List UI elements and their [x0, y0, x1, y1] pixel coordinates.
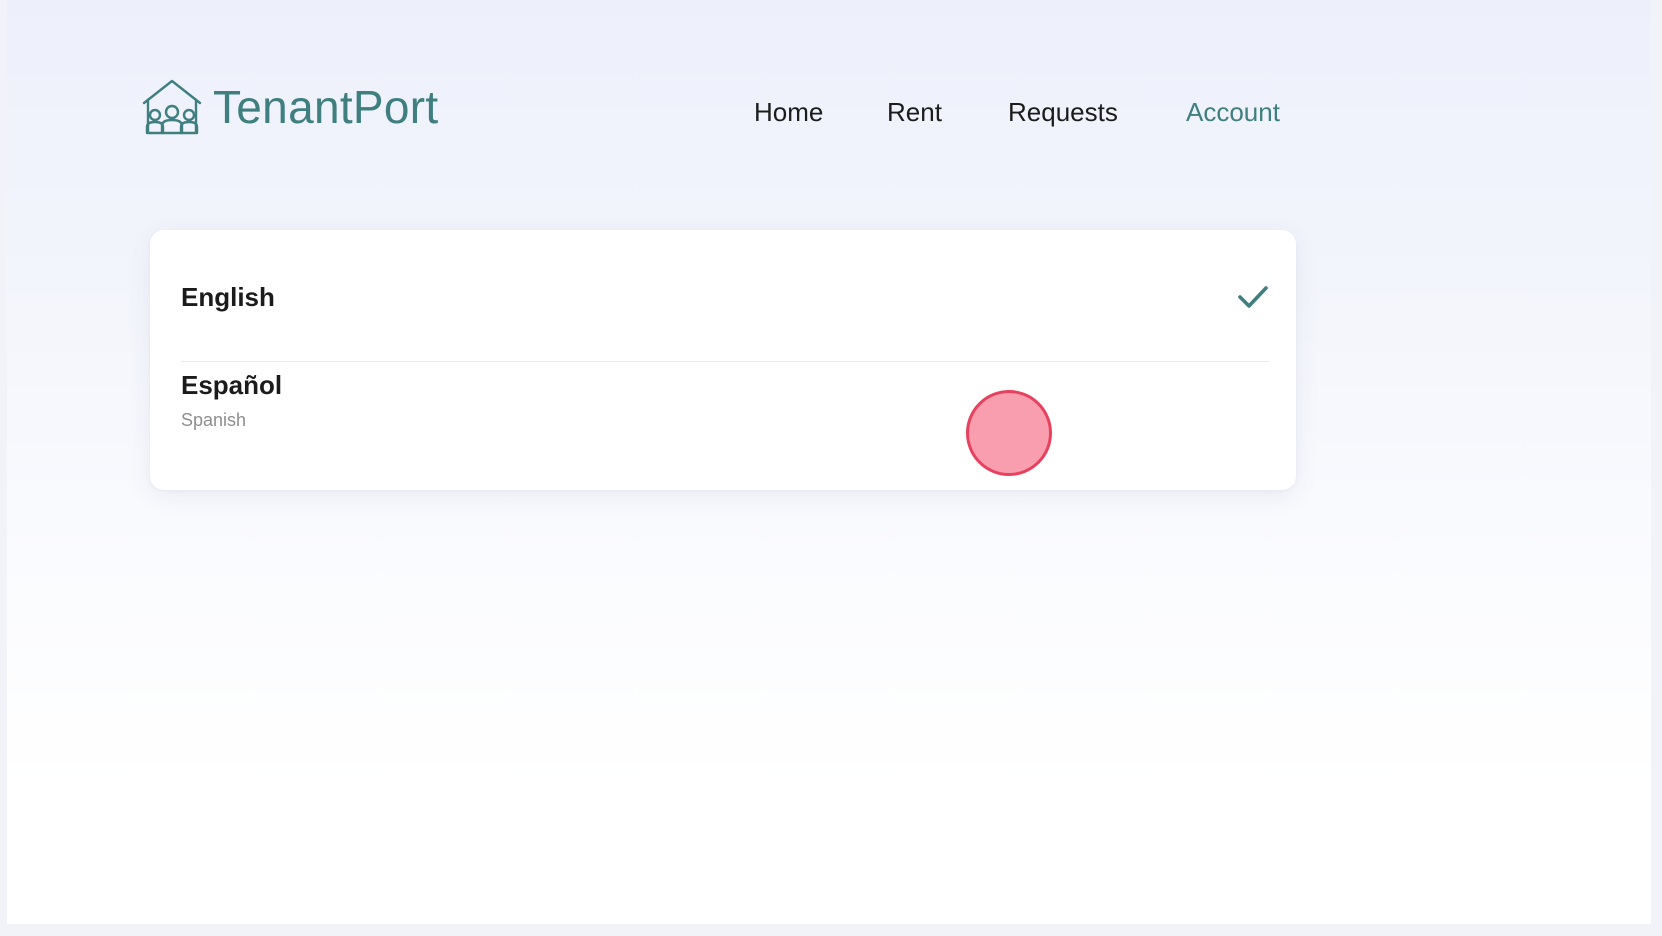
nav-home[interactable]: Home [754, 92, 823, 132]
nav-rent[interactable]: Rent [887, 92, 942, 132]
language-subtitle: Spanish [181, 410, 247, 430]
nav-account[interactable]: Account [1186, 92, 1280, 132]
language-option-spanish[interactable]: Español Spanish [150, 370, 1296, 470]
language-label: English [181, 282, 275, 312]
language-card: English Español Spanish [150, 230, 1296, 490]
top-navigation: Home Rent Requests Account [0, 92, 1662, 132]
nav-requests[interactable]: Requests [1008, 92, 1118, 132]
checkmark-icon [1238, 286, 1268, 308]
touch-indicator [966, 390, 1052, 476]
app-screen: TenantPort English Español Spanish [7, 0, 1651, 924]
language-label: Español [181, 370, 283, 400]
language-option-english[interactable]: English [150, 270, 1296, 350]
divider [181, 361, 1269, 362]
